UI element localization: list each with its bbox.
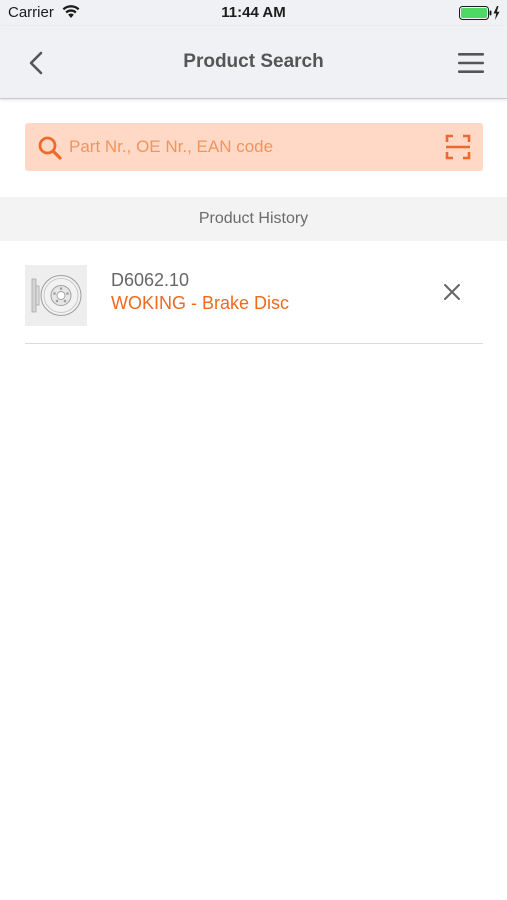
product-history-header: Product History (0, 197, 507, 241)
search-input[interactable] (69, 123, 429, 171)
brake-disc-thumbnail (25, 265, 87, 326)
hamburger-menu-icon (458, 53, 484, 73)
page-title: Product Search (183, 51, 324, 72)
list-item[interactable]: D6062.10 WOKING - Brake Disc (25, 265, 483, 344)
search-icon (37, 135, 63, 161)
product-number: D6062.10 (111, 270, 190, 290)
menu-button[interactable] (457, 50, 485, 76)
product-name: WOKING - Brake Disc (111, 293, 290, 313)
battery-charging-icon (459, 5, 501, 26)
navigation-bar: Product Search (0, 26, 507, 99)
barcode-scan-icon[interactable] (445, 134, 471, 160)
status-bar: Carrier 11:44 AM (0, 0, 507, 26)
search-bar (25, 123, 483, 171)
status-time: 11:44 AM (221, 4, 286, 21)
close-icon[interactable] (443, 283, 461, 301)
